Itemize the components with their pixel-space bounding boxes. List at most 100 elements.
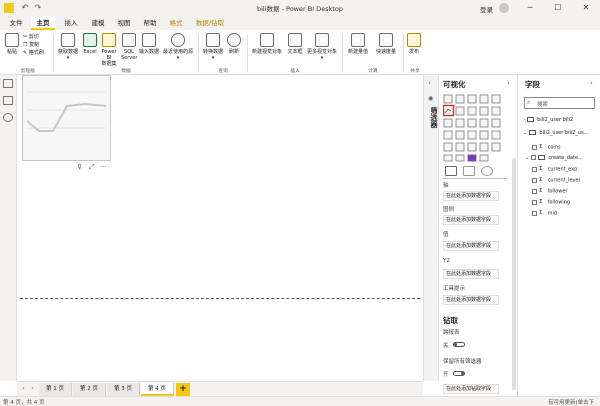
add-page-button[interactable]: + bbox=[176, 383, 190, 396]
focus-mode-icon[interactable]: ⤢ bbox=[89, 163, 95, 172]
table-name: bili2_user bili2 bbox=[537, 117, 574, 123]
chevron-left-icon[interactable]: ‹ bbox=[428, 79, 431, 87]
drillthrough-title: 钻取 bbox=[443, 316, 458, 325]
cross-report-toggle[interactable] bbox=[453, 342, 465, 347]
tooltips-well[interactable]: 在此处添加数据字段 bbox=[443, 295, 499, 305]
get-data-button[interactable]: 获取数据 ▾ bbox=[56, 33, 80, 61]
minimize-button[interactable]: ─ bbox=[516, 0, 544, 16]
field-row-current-level[interactable]: Σ current_level bbox=[532, 175, 580, 185]
page-tab-2[interactable]: 第 2 页 bbox=[73, 383, 106, 396]
excel-button[interactable]: Excel bbox=[82, 33, 98, 55]
tab-help[interactable]: 帮助 bbox=[138, 16, 162, 30]
drillthrough-well[interactable]: 在此处添加钻取字段 bbox=[443, 384, 499, 394]
ribbon-divider bbox=[53, 34, 54, 72]
sql-server-icon bbox=[122, 33, 136, 47]
text-box-button[interactable]: 文本框 bbox=[285, 33, 305, 55]
paste-button[interactable]: 粘贴 bbox=[4, 33, 20, 55]
update-available-link[interactable]: 有可用更新(单击下载) bbox=[548, 398, 600, 406]
data-group-label: 数据 bbox=[121, 69, 131, 74]
database-icon bbox=[61, 33, 75, 47]
recent-sources-button[interactable]: 最近使用的源 ▾ bbox=[161, 33, 195, 61]
report-view-icon[interactable] bbox=[3, 79, 13, 88]
data-view-icon[interactable] bbox=[3, 96, 13, 105]
field-checkbox[interactable] bbox=[532, 199, 537, 205]
field-row-coins[interactable]: Σ coins bbox=[532, 142, 561, 152]
enter-data-button[interactable]: 输入数据 bbox=[138, 33, 160, 55]
field-checkbox[interactable] bbox=[532, 144, 537, 150]
copy-button[interactable]: ❐ 复制 bbox=[23, 42, 39, 49]
line-chart-visual[interactable] bbox=[22, 75, 111, 161]
filter-icon[interactable]: ⊽ bbox=[77, 163, 82, 171]
tab-format[interactable]: 格式 bbox=[164, 16, 188, 30]
analytics-magnifier-icon[interactable] bbox=[481, 166, 493, 176]
field-row-follower[interactable]: Σ follower bbox=[532, 186, 567, 196]
transform-icon bbox=[206, 33, 220, 47]
axis-well-label: 轴 bbox=[443, 183, 449, 189]
model-view-icon[interactable] bbox=[3, 113, 13, 122]
pbi-datasets-button[interactable]: Power BI 数据集 bbox=[99, 33, 119, 67]
chevron-right-icon[interactable]: › bbox=[590, 79, 593, 87]
tab-modeling[interactable]: 建模 bbox=[86, 16, 110, 30]
table-row[interactable]: ⌄ bili2_user bili2_us... bbox=[523, 128, 588, 138]
tab-home[interactable]: 主页 bbox=[31, 16, 55, 30]
fields-search-input[interactable] bbox=[524, 97, 595, 109]
field-checkbox[interactable] bbox=[532, 166, 537, 172]
dataset-icon bbox=[102, 33, 116, 47]
field-checkbox[interactable] bbox=[530, 155, 536, 160]
sigma-icon: Σ bbox=[539, 210, 543, 216]
visualizations-title: 可视化 bbox=[443, 80, 466, 89]
refresh-label: 刷新 bbox=[228, 49, 239, 55]
tab-view[interactable]: 视图 bbox=[112, 16, 136, 30]
values-well[interactable]: 在此处添加数据字段 bbox=[443, 241, 499, 251]
calculator-icon bbox=[351, 33, 365, 47]
ribbon-tabs: 文件 主页 插入 建模 视图 帮助 格式 数据/钻取 bbox=[0, 16, 600, 30]
table-row[interactable]: › bili2_user bili2 bbox=[523, 115, 573, 125]
window-title: bili数据 - Power BI Desktop bbox=[257, 5, 343, 13]
visualizations-scrollbar[interactable] bbox=[512, 158, 516, 390]
page-tab-4[interactable]: 第 4 页 bbox=[141, 383, 174, 396]
field-row-mid[interactable]: Σ mid bbox=[532, 208, 557, 218]
more-visuals-button[interactable]: 更多视觉对象 ▾ bbox=[306, 33, 338, 61]
fields-search-placeholder: 搜索 bbox=[537, 102, 549, 108]
next-page-icon[interactable]: › bbox=[28, 384, 37, 394]
field-row-create-date[interactable]: ⌄ create_date... bbox=[525, 153, 583, 163]
sql-label-2: Server bbox=[121, 55, 138, 61]
chevron-down-icon: ▾ bbox=[211, 55, 215, 61]
field-checkbox[interactable] bbox=[532, 210, 537, 216]
publish-button[interactable]: 发布 bbox=[407, 33, 421, 55]
sigma-icon: Σ bbox=[539, 188, 543, 194]
legend-well[interactable]: 在此处添加数据字段 bbox=[443, 215, 499, 225]
page-tab-1[interactable]: 第 1 页 bbox=[39, 383, 72, 396]
field-checkbox[interactable] bbox=[532, 177, 537, 183]
refresh-button[interactable]: 刷新 bbox=[227, 33, 241, 55]
sigma-icon: Σ bbox=[539, 177, 543, 183]
field-row-current-exp[interactable]: Σ current_exp bbox=[532, 164, 577, 174]
chevron-down-icon: ▾ bbox=[320, 55, 324, 61]
field-checkbox[interactable] bbox=[532, 188, 537, 194]
axis-well[interactable]: 在此处添加数据字段 bbox=[443, 191, 499, 201]
transform-data-button[interactable]: 转换数据 ▾ bbox=[202, 33, 224, 61]
tab-data-drill[interactable]: 数据/钻取 bbox=[190, 16, 230, 30]
y2-well[interactable]: 在此处添加数据字段 bbox=[443, 269, 499, 279]
fields-title: 字段 bbox=[525, 80, 540, 89]
format-painter-button[interactable]: ✎ 格式刷 bbox=[23, 50, 44, 57]
prev-page-icon[interactable]: ‹ bbox=[19, 384, 28, 394]
sql-server-button[interactable]: SQL Server bbox=[121, 33, 137, 61]
keep-filters-toggle[interactable] bbox=[453, 371, 465, 376]
avatar[interactable] bbox=[499, 3, 509, 13]
field-row-following[interactable]: Σ following bbox=[532, 197, 570, 207]
more-options-icon[interactable]: ··· bbox=[100, 163, 107, 171]
page-tab-3[interactable]: 第 3 页 bbox=[107, 383, 140, 396]
sign-in-link[interactable]: 登录 bbox=[480, 4, 493, 14]
format-paint-roller-icon[interactable] bbox=[463, 166, 475, 176]
cut-button[interactable]: ✂ 剪切 bbox=[23, 34, 39, 41]
tab-insert[interactable]: 插入 bbox=[59, 16, 83, 30]
chevron-right-icon[interactable]: › bbox=[507, 79, 510, 87]
tab-file[interactable]: 文件 bbox=[4, 16, 28, 30]
new-visual-button[interactable]: 新建视觉对象 bbox=[251, 33, 283, 55]
close-button[interactable]: ✕ bbox=[572, 0, 600, 16]
new-measure-button[interactable]: 新建量值 bbox=[345, 33, 371, 55]
fields-tab-icon[interactable] bbox=[445, 166, 457, 176]
quick-measure-button[interactable]: 快速度量 bbox=[373, 33, 399, 55]
maximize-button[interactable]: ☐ bbox=[544, 0, 572, 16]
